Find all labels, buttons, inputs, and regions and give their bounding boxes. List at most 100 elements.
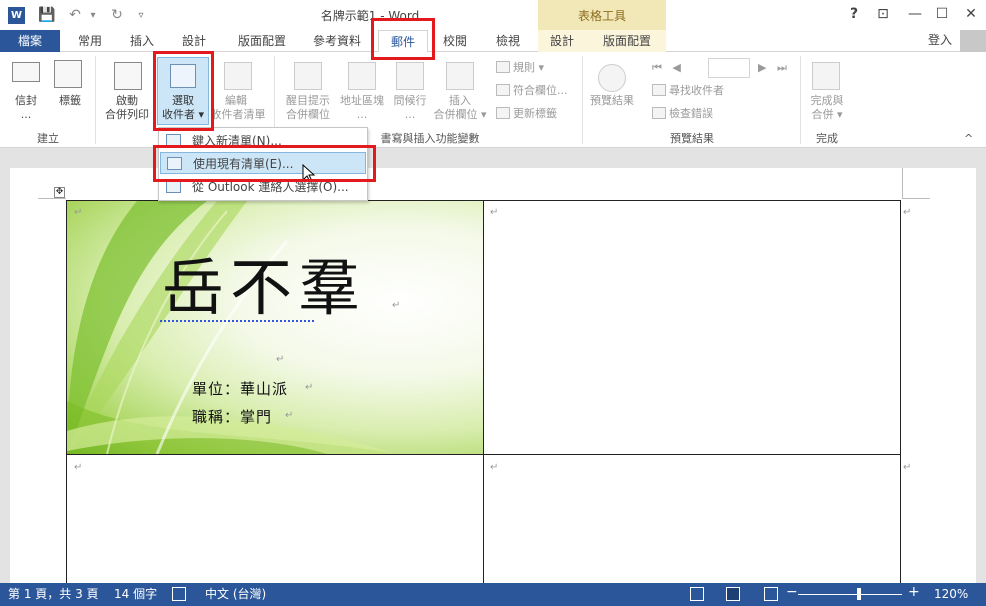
group-label-finish: 完成 <box>816 132 838 145</box>
preview-results-icon[interactable] <box>598 64 626 92</box>
cell-mark: ↵ <box>490 462 499 473</box>
address-block-button[interactable]: 地址區塊 <box>336 94 388 108</box>
rules-icon <box>496 61 510 73</box>
document-title: 名牌示範1 - Word <box>320 9 420 23</box>
address-block-icon[interactable] <box>348 62 376 90</box>
labels-icon[interactable] <box>54 60 82 88</box>
highlight-merge-fields-label-2: 合併欄位 <box>286 108 330 121</box>
tab-file[interactable]: 檔案 <box>0 30 60 52</box>
web-layout-icon[interactable] <box>764 587 778 601</box>
preview-results-button[interactable]: 預覽結果 <box>586 94 638 108</box>
match-fields-button[interactable]: 符合欄位... <box>496 84 568 98</box>
start-mail-merge-button[interactable]: 啟動 <box>98 94 156 108</box>
help-icon[interactable]: ? <box>845 6 863 24</box>
table-move-handle-icon[interactable]: ✥ <box>54 187 65 198</box>
paragraph-mark: ↵ <box>285 410 294 421</box>
card-job-title[interactable]: 職稱：掌門 <box>192 406 272 427</box>
proofing-icon[interactable] <box>172 587 186 601</box>
highlight-merge-fields-button[interactable]: 醒目提示 <box>282 94 334 108</box>
zoom-out-button[interactable]: − <box>786 584 798 601</box>
labels-button[interactable]: 標籤 <box>50 94 90 108</box>
group-label-preview: 預覽結果 <box>670 132 714 145</box>
annotation-box-mailings-tab <box>371 18 435 60</box>
avatar[interactable] <box>960 30 986 52</box>
group-separator <box>800 56 801 144</box>
card-unit[interactable]: 單位：華山派 <box>192 378 288 399</box>
check-errors-button[interactable]: 檢查錯誤 <box>652 107 713 121</box>
close-button[interactable]: ✕ <box>962 6 980 24</box>
zoom-in-button[interactable]: + <box>908 584 920 601</box>
finish-merge-icon[interactable] <box>812 62 840 90</box>
maximize-button[interactable]: ☐ <box>933 6 951 24</box>
tab-view[interactable]: 檢視 <box>490 30 526 52</box>
previous-record-icon[interactable]: ◀ <box>672 61 680 74</box>
paragraph-mark: ↵ <box>276 354 285 365</box>
zoom-level[interactable]: 120% <box>934 586 968 603</box>
table-tools-header: 表格工具 <box>538 0 666 30</box>
tab-home[interactable]: 常用 <box>72 30 108 52</box>
customize-quick-access-icon[interactable]: ▿ <box>132 6 150 24</box>
card-name[interactable]: 岳不羣 <box>162 248 366 328</box>
print-layout-icon[interactable] <box>726 587 740 601</box>
find-recipient-icon <box>652 84 666 96</box>
page-count[interactable]: 第 1 頁，共 3 頁 <box>8 586 99 603</box>
tab-references[interactable]: 參考資料 <box>307 30 367 52</box>
insert-merge-field-button[interactable]: 插入 <box>434 94 486 108</box>
match-fields-label: 符合欄位... <box>513 84 568 97</box>
last-record-icon[interactable]: ⏭ <box>777 61 787 74</box>
minimize-button[interactable]: — <box>906 6 924 24</box>
update-labels-button[interactable]: 更新標籤 <box>496 107 557 121</box>
menu-item-label: 從 Outlook 連絡人選擇(O)... <box>192 180 349 194</box>
rules-button[interactable]: 規則 ▾ <box>496 61 544 75</box>
ribbon: 信封 ... 標籤 建立 啟動 合併列印 編輯 收件者清單 醒目提示 合併欄位 … <box>0 52 986 148</box>
collapse-ribbon-icon[interactable]: ^ <box>964 132 973 145</box>
zoom-slider[interactable] <box>798 594 902 595</box>
status-bar: 第 1 頁，共 3 頁 14 個字 中文 (台灣) − + 120% <box>0 583 986 606</box>
ribbon-display-options-icon[interactable]: ⊡ <box>874 6 892 24</box>
finish-merge-label-2: 合併 ▾ <box>811 108 843 121</box>
insert-merge-field-icon[interactable] <box>446 62 474 90</box>
language-indicator[interactable]: 中文 (台灣) <box>205 586 266 603</box>
zoom-slider-thumb[interactable] <box>857 588 861 600</box>
save-icon[interactable]: 💾 <box>38 6 56 24</box>
word-count[interactable]: 14 個字 <box>114 586 157 603</box>
row-end-mark: ↵ <box>903 462 912 473</box>
edit-recipient-list-button[interactable]: 編輯 <box>210 94 262 108</box>
cell-mark: ↵ <box>490 207 499 218</box>
tab-layout[interactable]: 版面配置 <box>232 30 292 52</box>
ribbon-tab-row: 檔案 常用 插入 設計 版面配置 參考資料 郵件 校閱 檢視 設計 版面配置 登… <box>0 30 986 53</box>
tab-insert[interactable]: 插入 <box>124 30 160 52</box>
sign-in-link[interactable]: 登入 <box>928 30 952 50</box>
paragraph-mark: ↵ <box>392 300 401 311</box>
word-logo-icon: W <box>8 7 25 24</box>
edit-recipient-list-icon[interactable] <box>224 62 252 90</box>
next-record-icon[interactable]: ▶ <box>758 61 766 74</box>
undo-dropdown-icon[interactable]: ▾ <box>84 6 102 24</box>
margin-guide <box>902 168 903 198</box>
paragraph-mark: ↵ <box>305 382 314 393</box>
greeting-line-button[interactable]: 問候行 <box>388 94 432 108</box>
undo-icon[interactable]: ↶ <box>66 6 84 24</box>
group-separator <box>95 56 96 144</box>
tab-table-design[interactable]: 設計 <box>544 30 580 52</box>
find-recipient-label: 尋找收件者 <box>669 84 724 97</box>
row-end-mark: ↵ <box>903 207 912 218</box>
start-mail-merge-icon[interactable] <box>114 62 142 90</box>
tab-table-layout[interactable]: 版面配置 <box>597 30 657 52</box>
tab-review[interactable]: 校閱 <box>437 30 473 52</box>
find-recipient-button[interactable]: 尋找收件者 <box>652 84 724 98</box>
tab-design[interactable]: 設計 <box>176 30 212 52</box>
record-number-input[interactable] <box>708 58 750 78</box>
read-mode-icon[interactable] <box>690 587 704 601</box>
record-navigation: ⏮ ◀ <box>652 61 681 75</box>
margin-guide <box>902 198 930 199</box>
highlight-merge-fields-icon[interactable] <box>294 62 322 90</box>
greeting-line-icon[interactable] <box>396 62 424 90</box>
envelope-icon[interactable] <box>12 62 40 82</box>
greeting-line-ellipsis: ... <box>404 108 416 121</box>
first-record-icon[interactable]: ⏮ <box>652 61 662 74</box>
finish-merge-button[interactable]: 完成與 <box>804 94 850 108</box>
update-labels-icon <box>496 107 510 119</box>
redo-icon[interactable]: ↻ <box>108 6 126 24</box>
envelopes-button[interactable]: 信封 <box>6 94 46 108</box>
